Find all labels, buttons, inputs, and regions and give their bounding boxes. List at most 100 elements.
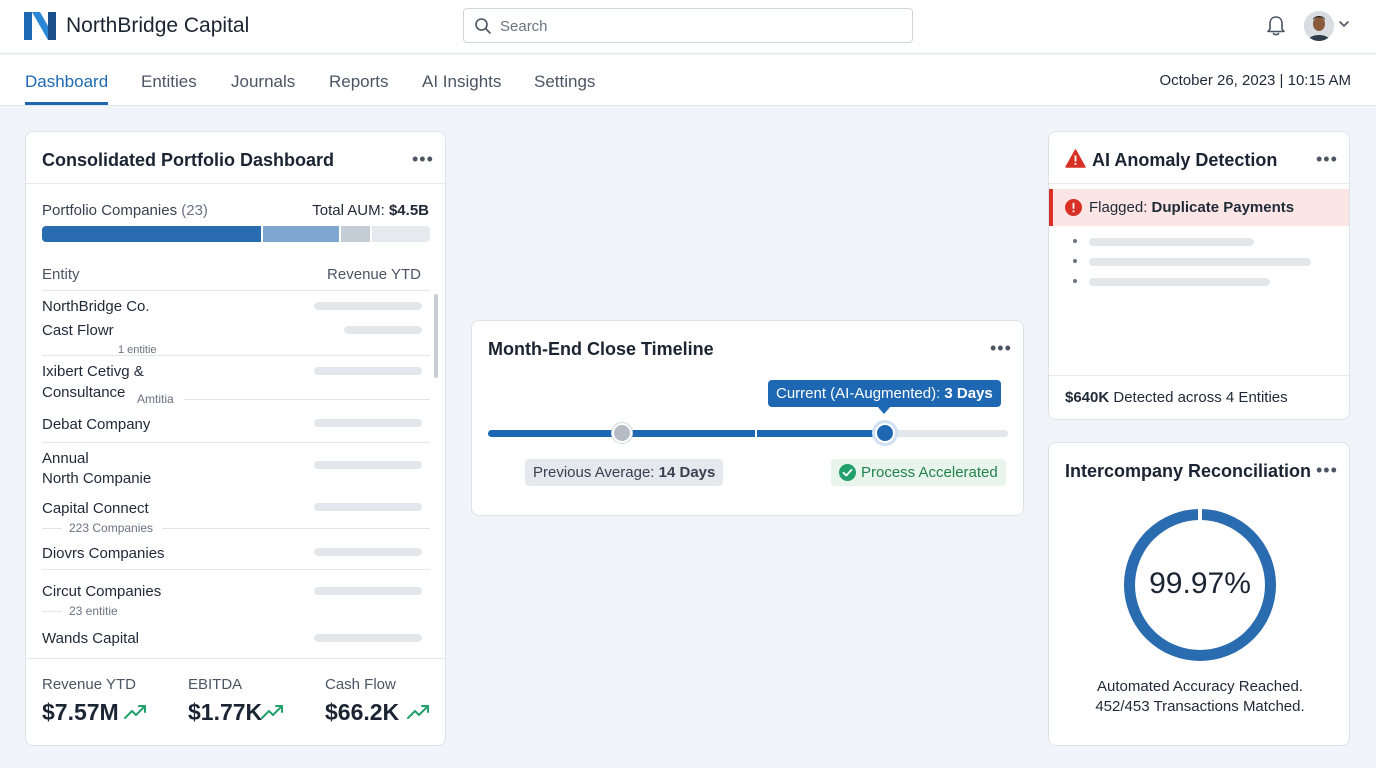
portfolio-dashboard-card: Consolidated Portfolio Dashboard ••• Por… xyxy=(25,131,446,746)
entity-row-sub: 223 Companies xyxy=(69,521,154,535)
entity-row-sub: 23 entitie xyxy=(69,604,118,618)
entity-list-scrollbar[interactable] xyxy=(434,294,438,378)
entity-row-name-line2: Consultance xyxy=(42,384,126,401)
portfolio-companies-label: Portfolio Companies (23) xyxy=(42,202,208,219)
revenue-placeholder xyxy=(314,548,422,556)
kpi-divider xyxy=(26,658,445,659)
entity-row-name[interactable]: Annual xyxy=(42,450,89,467)
total-aum: Total AUM: $4.5B xyxy=(312,202,429,219)
allocation-segment xyxy=(42,226,264,242)
row-divider xyxy=(42,569,430,570)
entity-row-name[interactable]: NorthBridge Co. xyxy=(42,298,150,315)
timeline-progress xyxy=(488,430,884,437)
tab-entities[interactable]: Entities xyxy=(141,72,197,92)
recon-card-title: Intercompany Reconciliation xyxy=(1065,461,1312,481)
check-circle-icon xyxy=(839,464,856,481)
timeline-more-menu-icon[interactable]: ••• xyxy=(990,339,1012,357)
revenue-placeholder xyxy=(314,587,422,595)
tab-journals[interactable]: Journals xyxy=(231,72,295,92)
header-divider xyxy=(42,290,430,291)
anomaly-summary: $640K Detected across 4 Entities xyxy=(1065,389,1288,406)
detail-placeholder xyxy=(1089,238,1254,246)
entity-row-name[interactable]: Debat Company xyxy=(42,416,150,433)
entity-row-name[interactable]: Circut Companies xyxy=(42,583,161,600)
search-box[interactable] xyxy=(463,8,913,43)
card-divider xyxy=(1049,183,1349,184)
search-input[interactable] xyxy=(500,15,900,37)
revenue-placeholder xyxy=(314,503,422,511)
current-datetime: October 26, 2023 | 10:15 AM xyxy=(1159,72,1351,89)
kpi-cashflow-value: $66.2K xyxy=(325,699,400,725)
kpi-ebitda-value: $1.77K xyxy=(188,699,263,725)
anomaly-more-menu-icon[interactable]: ••• xyxy=(1316,150,1338,168)
warning-triangle-icon xyxy=(1065,149,1086,168)
entity-row-name[interactable]: Wands Capital xyxy=(42,630,139,647)
row-divider xyxy=(162,528,430,529)
top-bar: NorthBridge Capital xyxy=(0,0,1376,54)
revenue-column-header: Revenue YTD xyxy=(327,266,421,283)
portfolio-card-title: Consolidated Portfolio Dashboard xyxy=(42,150,335,170)
brand-name: NorthBridge Capital xyxy=(66,14,250,37)
row-divider xyxy=(184,399,430,400)
revenue-placeholder xyxy=(314,461,422,469)
user-avatar[interactable] xyxy=(1304,11,1334,41)
kpi-revenue-value: $7.57M xyxy=(42,699,119,725)
bullet xyxy=(1073,239,1077,243)
active-tab-indicator xyxy=(25,102,108,105)
recon-more-menu-icon[interactable]: ••• xyxy=(1316,461,1338,479)
detail-placeholder xyxy=(1089,278,1270,286)
trend-up-icon xyxy=(124,705,146,719)
ai-anomaly-card: AI Anomaly Detection ••• Flagged: Duplic… xyxy=(1048,131,1350,420)
month-end-timeline-card: Month-End Close Timeline ••• Current (AI… xyxy=(471,320,1024,516)
row-divider xyxy=(42,611,62,612)
entity-row-name[interactable]: Ixibert Cetivg & xyxy=(42,363,144,380)
process-accelerated-badge: Process Accelerated xyxy=(831,459,1006,486)
row-divider xyxy=(42,355,430,356)
tab-ai-insights[interactable]: AI Insights xyxy=(422,72,501,92)
timeline-tick xyxy=(755,430,757,437)
portfolio-allocation-bar xyxy=(42,226,430,242)
kpi-cashflow-label: Cash Flow xyxy=(325,676,396,693)
current-marker[interactable] xyxy=(875,423,895,443)
revenue-placeholder xyxy=(314,367,422,375)
revenue-placeholder xyxy=(344,326,422,334)
kpi-ebitda-label: EBITDA xyxy=(188,676,243,693)
row-divider xyxy=(42,442,430,443)
anomaly-card-title: AI Anomaly Detection xyxy=(1092,150,1278,170)
revenue-placeholder xyxy=(314,419,422,427)
northbridge-logo-icon xyxy=(24,12,56,40)
accuracy-caption: Automated Accuracy Reached. xyxy=(1097,678,1303,695)
tab-settings[interactable]: Settings xyxy=(534,72,595,92)
trend-up-icon xyxy=(261,705,283,719)
bullet xyxy=(1073,279,1077,283)
tab-dashboard[interactable]: Dashboard xyxy=(25,72,108,92)
notification-bell-icon[interactable] xyxy=(1266,15,1286,37)
nav-bar: Dashboard Entities Journals Reports AI I… xyxy=(0,55,1376,106)
card-divider xyxy=(26,183,445,184)
entity-row-name[interactable]: Diovrs Companies xyxy=(42,545,165,562)
previous-average-marker[interactable] xyxy=(612,423,632,443)
bullet xyxy=(1073,259,1077,263)
detail-placeholder xyxy=(1089,258,1311,266)
avatar-portrait-icon xyxy=(1304,11,1334,41)
tab-reports[interactable]: Reports xyxy=(329,72,389,92)
kpi-revenue-label: Revenue YTD xyxy=(42,676,136,693)
revenue-placeholder xyxy=(314,302,422,310)
allocation-segment xyxy=(340,226,372,242)
entity-row-name[interactable]: Cast Flowr xyxy=(42,322,114,339)
chevron-down-icon[interactable] xyxy=(1338,19,1350,29)
entity-row-name-line2: North Companie xyxy=(42,470,152,487)
revenue-placeholder xyxy=(314,634,422,642)
entity-row-sub: Amtitia xyxy=(137,392,174,406)
entity-column-header: Entity xyxy=(42,266,80,283)
alert-circle-icon xyxy=(1065,199,1082,216)
tooltip-pointer-icon xyxy=(877,406,891,414)
trend-up-icon xyxy=(407,705,429,719)
allocation-segment xyxy=(263,226,341,242)
current-days-tooltip: Current (AI-Augmented): 3 Days xyxy=(768,380,1001,407)
portfolio-more-menu-icon[interactable]: ••• xyxy=(412,150,434,168)
previous-average-label: Previous Average: 14 Days xyxy=(525,459,724,486)
entity-row-name[interactable]: Capital Connect xyxy=(42,500,149,517)
flagged-alert[interactable]: Flagged: Duplicate Payments xyxy=(1049,189,1349,226)
entity-row-sub: 1 entitie xyxy=(118,344,157,353)
